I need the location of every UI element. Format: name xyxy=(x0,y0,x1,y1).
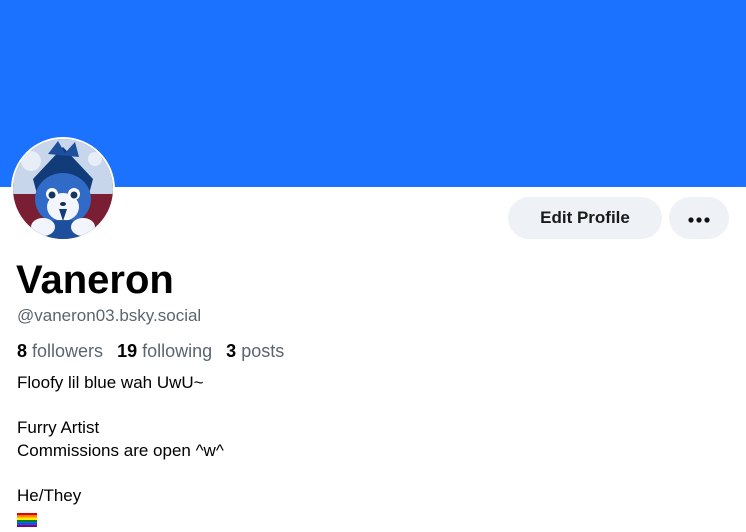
followers-label: followers xyxy=(32,341,104,361)
posts-count: 3 xyxy=(226,341,237,361)
bio-blank-line xyxy=(17,395,224,418)
bio-flag-line xyxy=(17,507,224,530)
bio-line: Floofy lil blue wah UwU~ xyxy=(17,373,204,392)
profile-handle: @vaneron03.bsky.social xyxy=(17,306,202,325)
profile-page: Edit Profile Vaneron @vaneron03.bsky.soc… xyxy=(0,0,746,532)
followers-count: 8 xyxy=(17,341,28,361)
avatar[interactable] xyxy=(13,139,113,239)
profile-bio: Floofy lil blue wah UwU~ Furry Artist Co… xyxy=(17,372,224,530)
bio-line: Commissions are open ^w^ xyxy=(17,440,224,460)
posts-label: posts xyxy=(241,341,285,361)
more-options-button[interactable] xyxy=(669,197,729,239)
following-label: following xyxy=(142,341,213,361)
following-stat[interactable]: 19 following xyxy=(117,340,212,362)
following-count: 19 xyxy=(117,341,138,361)
ellipsis-icon xyxy=(688,211,710,226)
followers-stat[interactable]: 8 followers xyxy=(17,340,103,362)
bio-line: He/They xyxy=(17,485,82,505)
edit-profile-button[interactable]: Edit Profile xyxy=(508,197,662,239)
avatar-frame[interactable] xyxy=(11,137,115,241)
profile-banner[interactable] xyxy=(0,0,746,187)
posts-stat: 3 posts xyxy=(226,340,284,362)
profile-stats: 8 followers 19 following 3 posts xyxy=(17,340,284,362)
rainbow-flag-icon xyxy=(17,513,37,527)
display-name: Vaneron xyxy=(16,258,174,302)
bio-blank-line xyxy=(17,462,224,485)
bio-line: Furry Artist xyxy=(17,418,100,437)
